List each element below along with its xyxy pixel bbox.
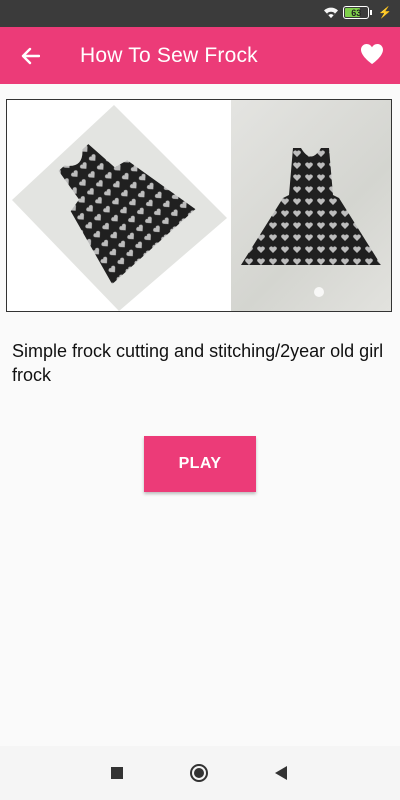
home-inner-dot [194,768,204,778]
thumbnail-left-photo [7,100,231,311]
thumbnail-right-photo [231,100,391,311]
favorite-button[interactable] [360,43,386,67]
page-title: How To Sew Frock [80,43,258,67]
circle-icon[interactable] [190,764,208,782]
status-icons: 63 ⚡ [323,6,392,19]
play-button[interactable]: PLAY [144,436,256,492]
video-title: Simple frock cutting and stitching/2year… [12,341,384,385]
back-button[interactable] [0,27,60,84]
triangle-back-icon[interactable] [275,766,287,780]
wifi-icon [323,7,339,19]
heart-icon [361,44,383,64]
square-icon[interactable] [111,767,123,779]
battery-indicator: 63 [343,6,370,19]
bolt-icon: ⚡ [378,7,392,19]
video-thumbnail[interactable] [6,99,392,312]
status-bar: 63 ⚡ [0,0,400,27]
arrow-left-icon [21,47,40,64]
battery-tip [370,10,373,15]
system-nav-bar [0,746,400,800]
battery-level: 63 [351,7,362,18]
app-bar: How To Sew Frock [0,27,400,84]
